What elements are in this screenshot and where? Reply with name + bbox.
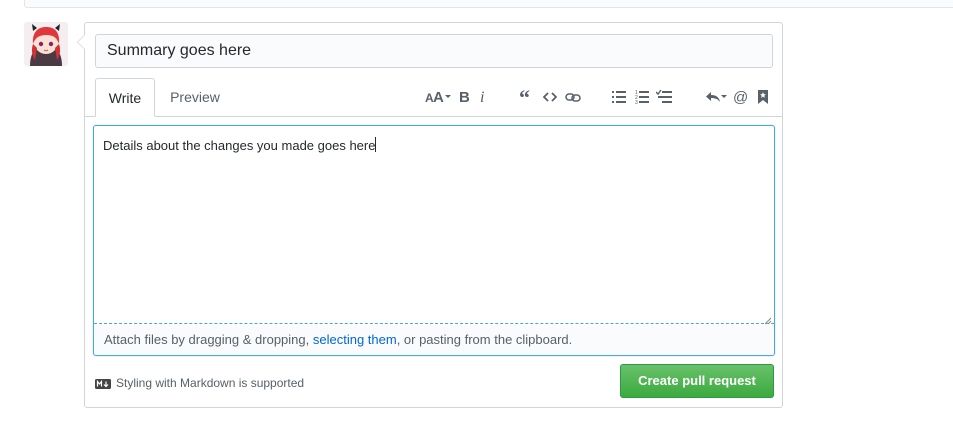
reply-icon[interactable] <box>705 88 727 106</box>
numbered-list-icon[interactable]: 1 2 3 <box>635 88 649 106</box>
markdown-note-text: Styling with Markdown is supported <box>116 376 305 390</box>
editor-tabs: Write Preview A A B i “ 1 2 3 @ <box>85 78 782 117</box>
comment-body-textarea[interactable]: Details about the changes you made goes … <box>94 126 774 324</box>
mention-icon[interactable]: @ <box>733 88 749 106</box>
svg-text:“: “ <box>519 88 530 106</box>
attach-suffix: , or pasting from the clipboard. <box>396 332 573 347</box>
markdown-icon <box>95 377 111 393</box>
code-icon[interactable] <box>543 88 557 106</box>
select-files-link[interactable]: selecting them <box>313 332 397 347</box>
file-attachment-bar[interactable]: Attach files by dragging & dropping, sel… <box>94 325 774 355</box>
svg-text:@: @ <box>733 89 748 106</box>
bulleted-list-icon[interactable] <box>612 88 626 106</box>
attach-prefix: Attach files by dragging & dropping, <box>104 332 313 347</box>
header-icon[interactable]: A A <box>425 88 451 106</box>
new-pull-request-form: Summary goes here Write Preview A A B i … <box>77 22 783 408</box>
comment-body-text: Details about the changes you made goes … <box>103 138 376 153</box>
task-list-icon[interactable] <box>656 88 672 106</box>
svg-text:B: B <box>459 89 469 106</box>
saved-reply-icon[interactable] <box>757 88 769 106</box>
markdown-toolbar: A A B i “ 1 2 3 @ <box>85 78 782 116</box>
previous-timeline-box <box>24 0 953 8</box>
italic-icon[interactable]: i <box>480 88 488 106</box>
link-icon[interactable] <box>565 88 581 106</box>
quote-icon[interactable]: “ <box>519 88 535 106</box>
title-input[interactable]: Summary goes here <box>95 34 773 68</box>
svg-text:3: 3 <box>635 100 638 106</box>
svg-text:i: i <box>480 89 484 106</box>
avatar[interactable] <box>24 22 68 66</box>
comment-editor: Details about the changes you made goes … <box>93 125 775 356</box>
bold-icon[interactable]: B <box>459 88 469 106</box>
resize-handle-icon[interactable] <box>764 312 772 325</box>
svg-text:A: A <box>433 89 444 106</box>
create-pull-request-button[interactable]: Create pull request <box>620 364 774 398</box>
text-cursor <box>375 137 377 152</box>
